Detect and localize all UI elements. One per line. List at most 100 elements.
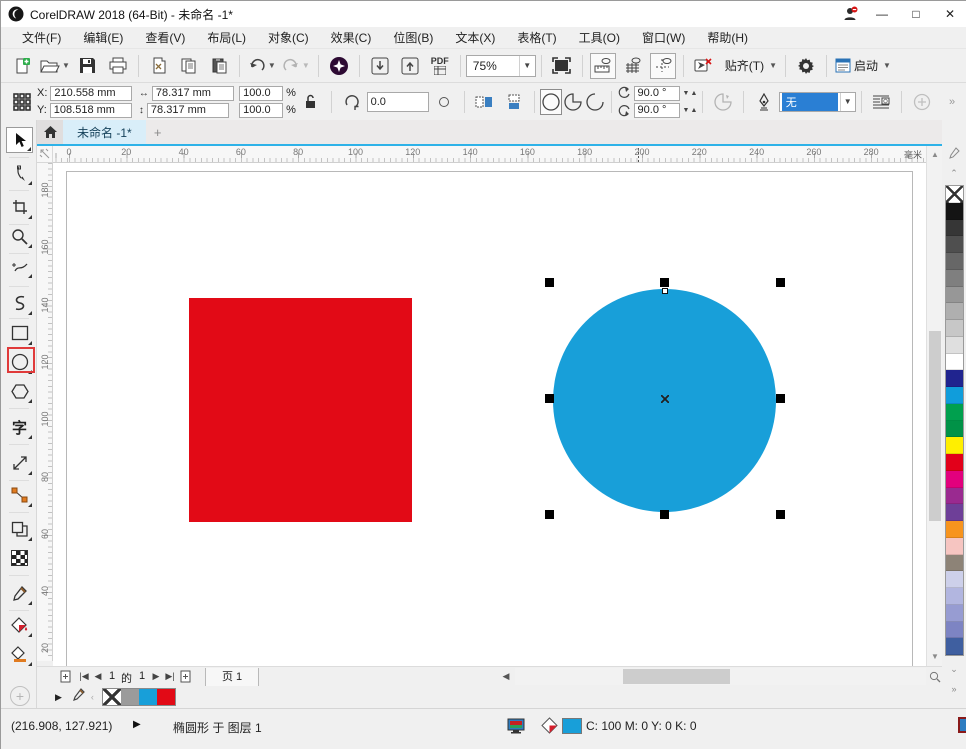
palette-scroll-down-button[interactable]: ⌄ — [945, 662, 963, 676]
polygon-tool[interactable] — [6, 378, 33, 404]
show-rulers-button[interactable] — [590, 53, 616, 79]
copy-button[interactable] — [176, 53, 202, 79]
text-wrap-button[interactable] — [868, 89, 894, 115]
page-1-tab[interactable]: 页 1 — [205, 668, 259, 686]
vertical-ruler[interactable]: 18016014012010080604020 — [37, 163, 53, 661]
color-proof-icon[interactable] — [506, 717, 526, 738]
menu-item-0[interactable]: 文件(F) — [11, 27, 72, 48]
color-swatch[interactable] — [946, 253, 963, 270]
doc-color-swatch[interactable] — [157, 689, 175, 705]
horizontal-scrollbar[interactable] — [515, 668, 926, 685]
selection-handle-bottom-right[interactable] — [776, 510, 785, 519]
selection-handle-middle-left[interactable] — [545, 394, 554, 403]
document-palette-eyedropper-icon[interactable] — [72, 688, 85, 707]
redo-button[interactable]: ▼ — [281, 53, 311, 79]
menu-item-6[interactable]: 位图(B) — [382, 27, 444, 48]
fill-status[interactable]: C: 100 M: 0 Y: 0 K: 0 — [541, 717, 697, 734]
freehand-tool[interactable] — [6, 253, 33, 279]
menu-item-1[interactable]: 编辑(E) — [72, 27, 134, 48]
launch-button[interactable]: 启动 ▼ — [834, 53, 892, 79]
palette-expand-button[interactable]: » — [945, 682, 963, 696]
document-tab[interactable]: 未命名 -1* — [63, 120, 146, 144]
color-swatch[interactable] — [946, 521, 963, 538]
home-tab-button[interactable] — [37, 120, 63, 144]
new-tab-button[interactable]: + — [146, 120, 170, 144]
search-content-button[interactable] — [326, 53, 352, 79]
document-palette-flyout-arrow[interactable]: ▶ — [55, 692, 62, 703]
color-eyedropper-tool[interactable] — [6, 580, 33, 606]
color-swatch[interactable] — [946, 303, 963, 320]
color-swatch[interactable] — [946, 270, 963, 287]
color-swatch[interactable] — [946, 622, 963, 639]
last-page-button[interactable]: ▶| — [163, 669, 177, 684]
cut-button[interactable] — [146, 53, 172, 79]
customize-toolbox-button[interactable]: + — [10, 686, 30, 706]
color-swatch[interactable] — [946, 588, 963, 605]
color-swatch[interactable] — [946, 320, 963, 337]
menu-item-2[interactable]: 查看(V) — [134, 27, 196, 48]
color-swatch[interactable] — [946, 571, 963, 588]
add-page-before-button[interactable] — [59, 669, 73, 684]
change-direction-button[interactable] — [710, 89, 736, 115]
arc-mode-button[interactable] — [584, 89, 606, 115]
add-preset-button[interactable] — [909, 89, 935, 115]
end-angle-spinner[interactable]: ▼▲ — [683, 107, 698, 114]
mirror-vertical-button[interactable] — [501, 89, 527, 115]
object-width-input[interactable] — [152, 86, 234, 101]
object-height-input[interactable] — [147, 103, 229, 118]
fullscreen-preview-button[interactable] — [549, 53, 575, 79]
outline-status-icon[interactable] — [958, 717, 966, 733]
document-palette-scroll-left[interactable]: ‹ — [91, 692, 94, 702]
interactive-fill-tool[interactable] — [6, 612, 33, 638]
color-swatch[interactable] — [946, 287, 963, 304]
open-dropdown-arrow[interactable]: ▼ — [62, 61, 70, 70]
scroll-down-arrow[interactable]: ▼ — [927, 650, 943, 664]
pan-zoom-corner-button[interactable] — [928, 668, 942, 685]
crop-tool[interactable] — [6, 194, 33, 220]
ellipse-tool[interactable] — [6, 349, 33, 375]
publish-pdf-button[interactable]: PDF — [427, 53, 453, 79]
menu-item-7[interactable]: 文本(X) — [444, 27, 506, 48]
color-swatch[interactable] — [946, 454, 963, 471]
color-swatch[interactable] — [946, 220, 963, 237]
menu-item-8[interactable]: 表格(T) — [506, 27, 567, 48]
scale-v-input[interactable] — [239, 103, 283, 118]
zoom-tool[interactable] — [6, 223, 33, 249]
pick-tool[interactable] — [6, 127, 33, 153]
x-position-input[interactable] — [50, 86, 132, 101]
minimize-button[interactable]: — — [865, 1, 899, 27]
color-swatch[interactable] — [946, 421, 963, 438]
color-swatch[interactable] — [946, 387, 963, 404]
paste-button[interactable] — [206, 53, 232, 79]
new-document-button[interactable] — [9, 53, 35, 79]
menu-item-10[interactable]: 窗口(W) — [631, 27, 696, 48]
mirror-horizontal-button[interactable] — [471, 89, 497, 115]
show-grid-button[interactable] — [620, 53, 646, 79]
start-angle-input[interactable] — [634, 86, 680, 101]
status-play-icon[interactable]: ▶ — [133, 719, 141, 730]
selection-handle-top-center[interactable] — [660, 278, 669, 287]
zoom-dropdown-arrow[interactable]: ▼ — [519, 56, 535, 76]
next-page-button[interactable]: ▶ — [149, 669, 163, 684]
show-guidelines-button[interactable] — [650, 53, 676, 79]
ellipse-mode-button[interactable] — [540, 89, 562, 115]
outline-width-dropdown-arrow[interactable]: ▼ — [840, 93, 855, 111]
zoom-level-combo[interactable]: 75% ▼ — [466, 55, 536, 77]
lock-ratio-icon[interactable] — [298, 89, 324, 115]
snap-to-dropdown[interactable]: 贴齐(T) ▼ — [721, 53, 778, 79]
doc-color-swatch[interactable] — [121, 689, 139, 705]
close-button[interactable]: ✕ — [933, 1, 966, 27]
palette-scroll-up-button[interactable]: ⌃ — [945, 166, 963, 180]
color-swatch[interactable] — [946, 404, 963, 421]
menu-item-4[interactable]: 对象(C) — [257, 27, 320, 48]
transparency-tool[interactable] — [6, 545, 33, 571]
no-color-swatch[interactable] — [946, 186, 963, 203]
doc-no-color-swatch[interactable] — [103, 689, 121, 705]
account-icon[interactable] — [835, 1, 865, 27]
vertical-scrollbar[interactable]: ▲ ▼ — [926, 146, 942, 666]
red-square-shape[interactable] — [189, 298, 412, 522]
open-button[interactable]: ▼ — [39, 53, 71, 79]
previous-page-button[interactable]: ◀ — [91, 669, 105, 684]
dimension-tool[interactable] — [6, 450, 33, 476]
first-page-button[interactable]: |◀ — [77, 669, 91, 684]
